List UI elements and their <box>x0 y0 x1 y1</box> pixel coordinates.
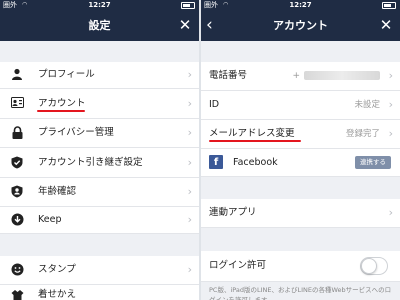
id-label: ID <box>209 99 220 110</box>
settings-item-label: Keep <box>38 214 62 225</box>
age-shield-icon <box>10 185 24 201</box>
chevron-right-icon: › <box>187 156 192 169</box>
id-value: 未設定 <box>354 100 380 110</box>
status-time: 12:27 <box>88 1 111 9</box>
page-title: アカウント <box>273 19 328 32</box>
highlight-underline <box>37 110 85 112</box>
chevron-right-icon: › <box>187 68 192 81</box>
facebook-icon: f <box>209 155 223 169</box>
chevron-right-icon: › <box>187 97 192 110</box>
battery-icon <box>181 2 195 9</box>
chevron-right-icon: › <box>388 98 393 111</box>
close-icon[interactable]: ✕ <box>177 15 193 35</box>
battery-icon <box>382 2 396 9</box>
highlight-underline <box>209 140 301 142</box>
settings-item-label: 着せかえ <box>38 289 77 300</box>
account-navbar: ‹ アカウント ✕ <box>201 10 400 41</box>
facebook-label: Facebook <box>233 157 278 168</box>
keep-download-icon <box>10 213 24 229</box>
settings-item-stickers[interactable]: スタンプ › <box>0 256 199 285</box>
linked-apps-label: 連動アプリ <box>209 207 257 218</box>
settings-item-transfer[interactable]: アカウント引き継ぎ設定 › <box>0 148 199 178</box>
linked-apps-row[interactable]: 連動アプリ › <box>201 199 400 228</box>
settings-navbar: 設定 ✕ <box>0 10 199 41</box>
facebook-link-button[interactable]: 連携する <box>355 156 391 169</box>
chevron-right-icon: › <box>187 263 192 276</box>
chevron-right-icon: › <box>187 213 192 226</box>
account-screen: 圏外 ◠ 12:27 ‹ アカウント ✕ 電話番号 + › ID 未設定 › メ… <box>201 0 400 300</box>
masked-phone-number <box>304 71 380 80</box>
settings-item-label: プライバシー管理 <box>38 127 114 138</box>
smile-icon <box>10 263 24 279</box>
email-change-row[interactable]: メールアドレス変更 登録完了 › <box>201 120 400 149</box>
settings-item-keep[interactable]: Keep › <box>0 207 199 234</box>
settings-item-label: アカウント <box>38 98 86 109</box>
email-status-value: 登録完了 <box>345 129 380 139</box>
login-permission-note: PC版、iPad版のLINE、およびLINEの各種Webサービスへのログインを許… <box>209 286 392 300</box>
login-permission-row: ログイン許可 <box>201 251 400 282</box>
person-icon <box>10 68 24 83</box>
chevron-right-icon: › <box>388 69 393 82</box>
phone-prefix: + <box>292 71 300 81</box>
settings-item-label: プロフィール <box>38 69 95 80</box>
settings-item-label: 年齢確認 <box>38 186 77 197</box>
theme-icon <box>10 289 24 300</box>
close-icon[interactable]: ✕ <box>378 15 394 35</box>
status-time: 12:27 <box>289 1 312 9</box>
chevron-right-icon: › <box>187 126 192 139</box>
toggle-knob <box>361 258 377 274</box>
shield-check-icon <box>10 156 24 172</box>
chevron-right-icon: › <box>187 185 192 198</box>
login-permission-label: ログイン許可 <box>209 260 267 271</box>
chevron-right-icon: › <box>388 127 393 140</box>
status-bar: 圏外 ◠ 12:27 <box>201 0 400 10</box>
lock-icon <box>10 126 24 142</box>
settings-item-label: アカウント引き継ぎ設定 <box>38 157 143 168</box>
facebook-row: f Facebook 連携する <box>201 149 400 177</box>
page-title: 設定 <box>88 19 111 32</box>
phone-number-row[interactable]: 電話番号 + › <box>201 62 400 91</box>
phone-number-label: 電話番号 <box>209 70 248 81</box>
login-permission-toggle[interactable] <box>360 257 388 275</box>
id-card-icon <box>10 97 24 111</box>
chevron-right-icon: › <box>388 206 393 219</box>
settings-item-themes[interactable]: 着せかえ <box>0 285 199 300</box>
id-row[interactable]: ID 未設定 › <box>201 91 400 120</box>
status-bar: 圏外 ◠ 12:27 <box>0 0 199 10</box>
settings-item-label: スタンプ <box>38 264 76 275</box>
settings-item-profile[interactable]: プロフィール › <box>0 62 199 89</box>
settings-screen: 圏外 ◠ 12:27 設定 ✕ プロフィール › アカウント › プライバシー管… <box>0 0 199 300</box>
email-change-label: メールアドレス変更 <box>209 128 295 139</box>
settings-item-age-verification[interactable]: 年齢確認 › <box>0 178 199 207</box>
settings-item-privacy[interactable]: プライバシー管理 › <box>0 119 199 148</box>
settings-item-account[interactable]: アカウント › <box>0 89 199 119</box>
